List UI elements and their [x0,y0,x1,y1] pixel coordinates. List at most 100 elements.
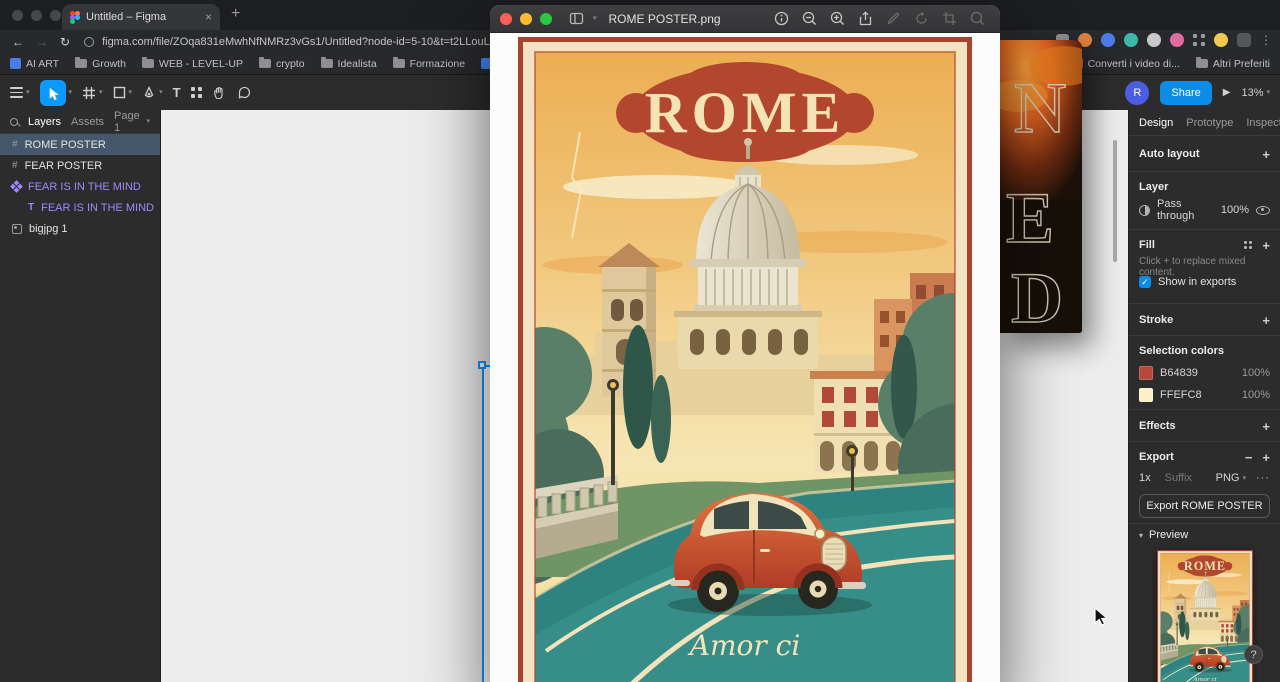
layer-row-image[interactable]: bigjpg 1 [0,218,160,239]
rotate-icon[interactable] [913,10,930,27]
new-tab-button[interactable]: + [231,5,240,23]
pen-tool[interactable]: ▾ [142,85,163,100]
browser-minimize-button[interactable] [31,10,42,21]
side-panel-icon[interactable] [1237,33,1251,47]
browser-tab[interactable]: Untitled – Figma × [62,4,220,30]
fear-poster-window[interactable]: N E D [1000,40,1082,333]
add-effect-icon[interactable]: + [1262,420,1270,433]
shape-tool[interactable]: ▾ [113,86,132,99]
close-button[interactable] [500,12,512,25]
browser-menu-icon[interactable]: ⋮ [1260,33,1272,47]
fear-letter: D [1011,258,1063,333]
gallery-view-icon[interactable] [568,10,585,27]
bookmark-folder[interactable]: Growth [75,57,126,70]
markup-pencil-icon[interactable] [885,10,902,27]
url-input[interactable]: figma.com/file/ZOqa831eMwhNfNMRz3vGs1/Un… [102,36,545,48]
tab-inspect[interactable]: Inspect [1246,117,1280,129]
canvas-scrollbar[interactable] [1113,140,1117,262]
text-tool[interactable]: T [173,85,181,100]
comment-tool[interactable] [237,85,252,100]
rectangle-icon [113,86,125,99]
zoom-in-icon[interactable] [829,10,846,27]
browser-close-button[interactable] [12,10,23,21]
folder-icon [258,57,271,68]
selection-color-row[interactable]: B64839 100% [1129,362,1280,384]
selection-corner-handle[interactable] [478,361,486,369]
profile-avatar[interactable] [1214,33,1228,47]
export-scale-select[interactable]: 1x [1139,472,1151,484]
figma-favicon [70,10,80,24]
bookmark-item[interactable]: AI ART [10,58,59,70]
export-button[interactable]: Export ROME POSTER [1139,494,1270,518]
apps-grid-icon[interactable] [1193,34,1205,46]
bookmark-folder[interactable]: crypto [258,57,305,70]
tab-assets[interactable]: Assets [71,116,104,128]
color-hex: B64839 [1160,367,1198,379]
zoom-menu[interactable]: 13% ▾ [1241,87,1270,99]
layer-row-text[interactable]: T FEAR IS IN THE MIND [0,197,160,218]
share-icon[interactable] [857,10,874,27]
layer-row-rome-poster[interactable]: # ROME POSTER [0,134,160,155]
back-icon[interactable]: ← [12,35,24,49]
add-fill-icon[interactable]: + [1262,239,1270,252]
zoom-out-icon[interactable] [801,10,818,27]
tab-layers[interactable]: Layers [28,116,61,128]
add-auto-layout-icon[interactable]: + [1262,148,1270,161]
bookmark-folder[interactable]: WEB - LEVEL-UP [141,57,243,70]
resources-tool[interactable] [190,87,202,98]
move-tool[interactable]: ▾ [39,79,72,106]
site-info-icon[interactable] [84,36,95,47]
add-stroke-icon[interactable]: + [1262,314,1270,327]
selection-color-row[interactable]: FFEFC8 100% [1129,384,1280,406]
frame-tool[interactable]: ▾ [82,86,103,100]
comment-icon [238,86,250,99]
auto-layout-title: Auto layout [1139,148,1200,160]
visibility-eye-icon[interactable] [1256,205,1270,215]
export-format-select[interactable]: PNG ▾ [1216,472,1246,484]
layer-opacity-input[interactable]: 100% [1221,204,1249,216]
folder-icon [141,57,154,68]
present-icon[interactable]: ▶ [1223,87,1231,98]
search-icon[interactable] [10,117,18,126]
main-menu-button[interactable]: ▾ [10,87,30,98]
extension-icon[interactable] [1147,33,1161,47]
tab-prototype[interactable]: Prototype [1186,117,1233,129]
show-in-exports-checkbox[interactable]: ✓ [1139,276,1151,288]
blend-mode-select[interactable]: Pass through [1157,198,1214,222]
forward-icon[interactable]: → [36,35,48,49]
color-swatch[interactable] [1139,366,1153,380]
info-icon[interactable] [773,10,790,27]
crop-icon[interactable] [941,10,958,27]
reload-icon[interactable]: ↻ [60,35,70,49]
tab-design[interactable]: Design [1139,117,1173,129]
bookmark-folder[interactable]: Formazione [392,57,465,70]
layer-row-component[interactable]: FEAR IS IN THE MIND [0,176,160,197]
browser-window-controls[interactable] [12,10,61,21]
user-avatar[interactable]: R [1125,80,1150,105]
extension-icon[interactable] [1170,33,1184,47]
bookmark-item[interactable]: Converti i video di... [1071,58,1180,70]
layer-row-fear-poster[interactable]: # FEAR POSTER [0,155,160,176]
export-suffix-input[interactable]: Suffix [1165,472,1192,484]
extension-icon[interactable] [1124,33,1138,47]
add-export-icon[interactable]: + [1262,451,1270,464]
preview-section-header[interactable]: ▾ Preview [1129,524,1280,546]
export-options-icon[interactable]: ··· [1256,472,1270,484]
search-icon[interactable] [969,10,986,27]
color-swatch[interactable] [1139,388,1153,402]
quicklook-titlebar[interactable]: ▾ ROME POSTER.png [490,5,1000,33]
page-selector[interactable]: Page 1 ▾ [114,110,150,134]
bookmark-folder[interactable]: Idealista [320,57,377,70]
remove-export-icon[interactable]: − [1245,451,1253,464]
style-icon[interactable] [1244,241,1253,249]
fullscreen-button[interactable] [540,12,552,25]
share-button[interactable]: Share [1160,80,1212,105]
hand-tool[interactable] [212,85,227,100]
bookmark-folder[interactable]: Altri Preferiti [1195,57,1270,70]
help-button[interactable]: ? [1244,645,1263,664]
tab-close-icon[interactable]: × [205,11,212,23]
selection-outline [482,365,484,682]
browser-zoom-button[interactable] [50,10,61,21]
extension-icon[interactable] [1101,33,1115,47]
minimize-button[interactable] [520,12,532,25]
